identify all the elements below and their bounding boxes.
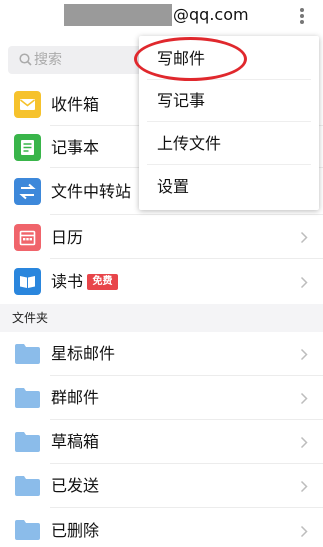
chevron-right-icon: [300, 348, 308, 361]
search-placeholder: 搜索: [34, 52, 62, 68]
divider: [147, 121, 311, 122]
chevron-right-icon: [300, 231, 308, 244]
calendar-icon: [14, 224, 41, 251]
top-bar: @qq.com: [0, 0, 323, 36]
folder-icon: [15, 432, 40, 452]
folder-item-starred[interactable]: 星标邮件: [0, 332, 323, 376]
folder-label: 已发送: [51, 476, 100, 495]
folder-item-drafts[interactable]: 草稿箱: [0, 420, 323, 464]
chevron-right-icon: [300, 480, 308, 493]
list-item-label: 记事本: [51, 138, 100, 157]
free-badge: 免费: [87, 274, 118, 290]
list-item-calendar[interactable]: 日历: [0, 215, 323, 259]
search-icon: [19, 53, 32, 66]
list-item-label: 读书: [51, 272, 84, 291]
list-item-label: 收件箱: [51, 95, 100, 114]
folder-icon: [15, 520, 40, 540]
menu-item-settings[interactable]: 设置: [139, 166, 319, 208]
folder-label: 草稿箱: [51, 432, 100, 451]
account-name-redacted: [64, 4, 172, 26]
menu-item-new-note[interactable]: 写记事: [139, 80, 319, 122]
chevron-right-icon: [300, 436, 308, 449]
folder-item-deleted[interactable]: 已删除: [0, 508, 323, 547]
section-title: 文件夹: [12, 311, 49, 325]
list-item-label: 日历: [51, 228, 84, 247]
highlight-circle: [134, 37, 247, 81]
menu-item-label: 写记事: [157, 91, 206, 110]
more-vertical-icon[interactable]: [294, 4, 310, 26]
book-icon: [14, 268, 41, 295]
folders-section-header: 文件夹: [0, 304, 323, 332]
file-transfer-icon: [14, 178, 41, 205]
menu-item-label: 设置: [157, 177, 190, 196]
folder-item-group-mail[interactable]: 群邮件: [0, 376, 323, 420]
folder-icon: [15, 344, 40, 364]
chevron-right-icon: [300, 525, 308, 538]
folder-icon: [15, 388, 40, 408]
account-domain: @qq.com: [173, 5, 249, 24]
notepad-icon: [14, 134, 41, 161]
mail-icon: [14, 91, 41, 118]
menu-item-upload-file[interactable]: 上传文件: [139, 123, 319, 165]
menu-item-label: 上传文件: [157, 134, 222, 153]
folder-label: 群邮件: [51, 388, 100, 407]
list-item-label: 文件中转站: [51, 182, 132, 201]
folder-label: 星标邮件: [51, 344, 116, 363]
folder-label: 已删除: [51, 521, 100, 540]
folder-icon: [15, 476, 40, 496]
divider: [147, 164, 311, 165]
folder-item-sent[interactable]: 已发送: [0, 464, 323, 508]
list-item-reading[interactable]: 读书: [0, 259, 323, 304]
chevron-right-icon: [300, 276, 308, 289]
chevron-right-icon: [300, 392, 308, 405]
